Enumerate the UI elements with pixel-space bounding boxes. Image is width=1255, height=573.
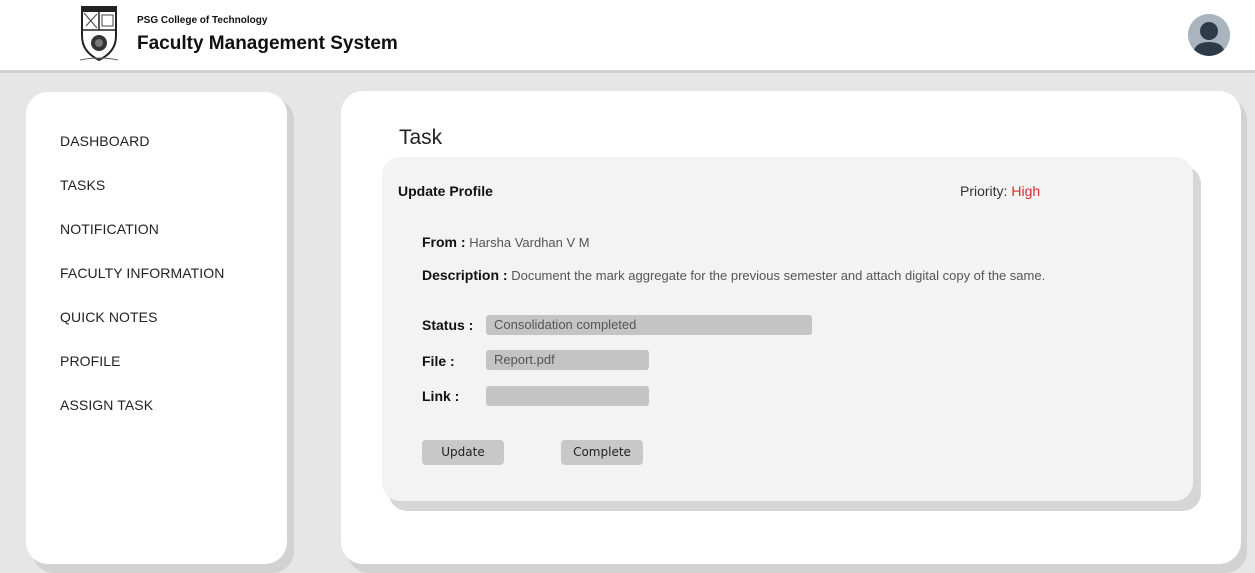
link-field[interactable] <box>486 386 649 406</box>
status-label: Status : <box>422 317 474 333</box>
status-field[interactable]: Consolidation completed <box>486 315 812 335</box>
task-description-row: Description : Document the mark aggregat… <box>422 267 1045 283</box>
priority-label: Priority: <box>960 183 1008 199</box>
page-title: Task <box>399 126 443 149</box>
app-header: PSG College of Technology Faculty Manage… <box>0 0 1255 70</box>
task-priority: Priority: High <box>960 183 1040 199</box>
system-title: Faculty Management System <box>137 33 398 54</box>
sidebar-item-assign-task[interactable]: ASSIGN TASK <box>60 397 153 413</box>
college-name: PSG College of Technology <box>137 15 268 26</box>
from-value: Harsha Vardhan V M <box>469 235 590 250</box>
task-name: Update Profile <box>398 183 493 199</box>
complete-button[interactable]: Complete <box>561 440 643 465</box>
task-card: Update Profile Priority: High From : Har… <box>382 157 1193 501</box>
content-panel: Task Update Profile Priority: High From … <box>341 91 1241 564</box>
link-label: Link : <box>422 388 460 404</box>
sidebar-item-notification[interactable]: NOTIFICATION <box>60 221 159 237</box>
sidebar-item-tasks[interactable]: TASKS <box>60 177 105 193</box>
priority-value: High <box>1011 183 1041 199</box>
task-from-row: From : Harsha Vardhan V M <box>422 234 590 250</box>
file-field[interactable]: Report.pdf <box>486 350 649 370</box>
file-label: File : <box>422 353 455 369</box>
sidebar: DASHBOARD TASKS NOTIFICATION FACULTY INF… <box>26 92 287 564</box>
update-button[interactable]: Update <box>422 440 504 465</box>
description-value: Document the mark aggregate for the prev… <box>511 268 1046 283</box>
sidebar-item-profile[interactable]: PROFILE <box>60 353 121 369</box>
college-crest-icon <box>79 6 119 62</box>
user-avatar-icon[interactable] <box>1188 14 1230 56</box>
sidebar-item-dashboard[interactable]: DASHBOARD <box>60 133 150 149</box>
sidebar-item-quick-notes[interactable]: QUICK NOTES <box>60 309 158 325</box>
from-label: From : <box>422 234 466 250</box>
sidebar-item-faculty-information[interactable]: FACULTY INFORMATION <box>60 265 224 281</box>
description-label: Description : <box>422 267 508 283</box>
